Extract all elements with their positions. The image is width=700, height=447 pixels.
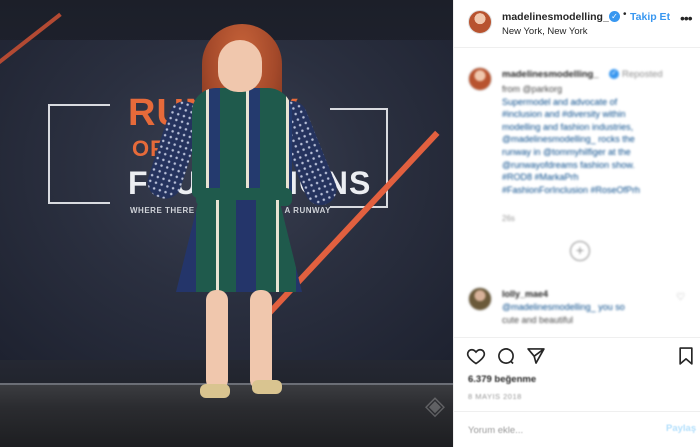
model-leg-left: [206, 290, 228, 390]
model-dress-top: [192, 88, 292, 198]
comment-like-heart-icon[interactable]: ♡: [676, 292, 685, 303]
caption-line: @runwayofdreams fashion show.: [502, 159, 635, 170]
sign-bracket-left: [48, 104, 110, 204]
caption-line: #FashionForInclusion #RoseOfPrh: [502, 184, 641, 195]
caption-reposted-label: Reposted: [622, 69, 663, 80]
model-shoe-left: [200, 384, 230, 398]
model-leg-right: [250, 290, 272, 390]
load-more-comments-icon[interactable]: +: [570, 241, 590, 261]
add-comment-bar: Paylaş: [454, 411, 700, 447]
bookmark-icon[interactable]: [676, 346, 696, 366]
post-header: madelinesmodelling_ ✓ • Takip Et New Yor…: [454, 0, 700, 48]
caption-line: @madelinesmodelling_ rocks the: [502, 134, 635, 145]
comments-scroll-area[interactable]: madelinesmodelling_ ✓ Reposted from @par…: [454, 55, 700, 337]
comment-bubble-icon[interactable]: [496, 346, 516, 366]
caption-text: from @parkorg Supermodel and advocate of…: [502, 83, 692, 196]
add-comment-input[interactable]: [468, 422, 648, 438]
comment-line: @madelinesmodelling_ you so: [502, 302, 625, 312]
like-heart-icon[interactable]: [466, 346, 486, 366]
caption-timestamp: 26s: [502, 214, 515, 223]
caption-verified-icon: ✓: [609, 69, 619, 79]
comment-line: cute and beautiful: [502, 314, 574, 325]
caption-author-avatar[interactable]: [468, 67, 492, 91]
follow-button[interactable]: Takip Et: [630, 11, 670, 23]
post-location[interactable]: New York, New York: [502, 26, 588, 37]
caption-username[interactable]: madelinesmodelling_: [502, 69, 599, 80]
caption-line: modelling and fashion industries,: [502, 121, 634, 132]
caption-line: Supermodel and advocate of: [502, 96, 618, 107]
model-face: [218, 40, 262, 92]
caption-line: runway in @tommyhilfiger at the: [502, 146, 631, 157]
likes-count[interactable]: 6.379 beğenme: [468, 374, 536, 385]
comment-text: @madelinesmodelling_ you so cute and bea…: [502, 301, 682, 326]
watermark-icon: ◈: [425, 390, 445, 420]
author-avatar[interactable]: [468, 10, 492, 34]
post-photo[interactable]: RUNWAY OF FOUNDATIONS WHERE THERE IS A W…: [0, 0, 453, 447]
verified-badge-icon: ✓: [609, 11, 620, 22]
share-paper-plane-icon[interactable]: [526, 346, 546, 366]
caption-line: #inclusion and #diversity within: [502, 109, 626, 120]
caption-line: #ROD8 #MarkaPrh: [502, 172, 579, 183]
model-skirt: [176, 200, 302, 292]
post-side-panel: madelinesmodelling_ ✓ • Takip Et New Yor…: [453, 0, 700, 447]
commenter-username[interactable]: lolly_mae4: [502, 289, 548, 299]
author-username[interactable]: madelinesmodelling_: [502, 11, 609, 23]
caption-line: from @parkorg: [502, 84, 563, 94]
more-options-icon[interactable]: •••: [680, 10, 693, 26]
post-date: 8 MAYIS 2018: [468, 392, 522, 401]
runway-model: [130, 18, 342, 408]
commenter-avatar[interactable]: [468, 287, 492, 311]
post-comment-button[interactable]: Paylaş: [666, 423, 696, 434]
separator-dot: •: [623, 9, 627, 20]
post-actions: 6.379 beğenme 8 MAYIS 2018: [454, 337, 700, 411]
model-shoe-right: [252, 380, 282, 394]
